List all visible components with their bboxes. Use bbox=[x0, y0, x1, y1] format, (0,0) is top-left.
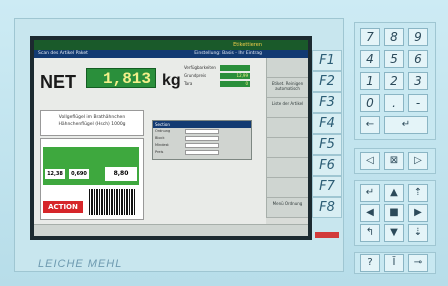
label-price-3: 8,80 bbox=[105, 167, 137, 181]
stop-icon[interactable]: ■ bbox=[384, 204, 404, 222]
arrow-up-icon[interactable]: ▲ bbox=[384, 184, 404, 202]
minor-fields: Verfügbarkeiten Grundpreis 12,99 Tara 0 bbox=[184, 64, 272, 88]
softkey-7[interactable] bbox=[267, 178, 308, 198]
f7-key[interactable]: F7 bbox=[312, 176, 342, 197]
f8-key[interactable]: F8 bbox=[312, 197, 342, 218]
scale-terminal: Etikettieren Scan des Artikel Paket Eins… bbox=[0, 0, 448, 286]
label-green-block: 12,38 0,690 8,80 bbox=[43, 147, 139, 185]
section-field: Preis bbox=[153, 149, 251, 156]
terminal-screen: Etikettieren Scan des Artikel Paket Eins… bbox=[34, 40, 308, 236]
f6-key[interactable]: F6 bbox=[312, 155, 342, 176]
key-5[interactable]: 5 bbox=[384, 50, 404, 68]
page-down-icon[interactable]: ⇣ bbox=[408, 224, 428, 242]
function-keys: F1 F2 F3 F4 F5 F6 F7 F8 bbox=[312, 50, 342, 218]
softkey-6[interactable] bbox=[267, 158, 308, 178]
f5-key[interactable]: F5 bbox=[312, 134, 342, 155]
arrow-right-icon[interactable]: ▶ bbox=[408, 204, 428, 222]
section-field: Mindest bbox=[153, 142, 251, 149]
rewind-icon[interactable]: ◁ bbox=[360, 152, 380, 170]
key-9[interactable]: 9 bbox=[408, 28, 428, 46]
arrow-left-icon[interactable]: ◀ bbox=[360, 204, 380, 222]
f4-key[interactable]: F4 bbox=[312, 113, 342, 134]
key-0[interactable]: 0 bbox=[360, 94, 380, 112]
action-badge: ACTION bbox=[43, 201, 83, 213]
title-bar: Etikettieren bbox=[34, 40, 308, 50]
net-value-display: 1,813 bbox=[86, 68, 156, 88]
key-minus[interactable]: - bbox=[408, 94, 428, 112]
page-back-icon[interactable]: ↵ bbox=[360, 184, 380, 202]
menu-icon[interactable]: Ĭ bbox=[384, 254, 404, 272]
section-field-input[interactable] bbox=[185, 129, 219, 134]
section-field-input[interactable] bbox=[185, 143, 219, 148]
key-icon[interactable]: ⊸ bbox=[408, 254, 428, 272]
forward-icon[interactable]: ▷ bbox=[408, 152, 428, 170]
brand-logo: LEICHE MEHL bbox=[38, 258, 123, 270]
minor-field-value[interactable]: 0 bbox=[220, 81, 250, 87]
enter-key[interactable]: ↵ bbox=[384, 116, 428, 134]
sub-bar: Scan des Artikel Paket Einstellung: Basi… bbox=[34, 50, 308, 58]
net-unit: kg bbox=[162, 72, 181, 89]
product-line: Hähnchenflügel (Hsch) 1000g bbox=[58, 122, 126, 127]
minor-field: Grundpreis 12,99 bbox=[184, 73, 250, 79]
key-3[interactable]: 3 bbox=[408, 72, 428, 90]
arrow-down-icon[interactable]: ▼ bbox=[384, 224, 404, 242]
page-up-icon[interactable]: ⇡ bbox=[408, 184, 428, 202]
keypad: 7 8 9 4 5 6 1 2 3 0 . - ← ↵ ◁ ⊠ ▷ ↵ ▲ ⇡ … bbox=[354, 22, 436, 274]
label-preview: 12,38 0,690 8,80 ACTION bbox=[40, 138, 144, 220]
softkey-8[interactable]: Menü Ordnung bbox=[267, 198, 308, 218]
key-8[interactable]: 8 bbox=[384, 28, 404, 46]
subbar-right: Einstellung: Basis - Ihr Eintrag bbox=[194, 51, 262, 56]
f2-key[interactable]: F2 bbox=[312, 71, 342, 92]
subbar-left: Scan des Artikel Paket bbox=[38, 51, 88, 56]
minor-field-value[interactable] bbox=[220, 65, 250, 71]
screen-frame: Etikettieren Scan des Artikel Paket Eins… bbox=[30, 36, 312, 240]
minor-field-value[interactable]: 12,99 bbox=[220, 73, 250, 79]
section-field-input[interactable] bbox=[185, 150, 219, 155]
product-line: Vollgeflügel im Brathähnchen bbox=[58, 115, 126, 120]
section-title: Section bbox=[153, 121, 251, 128]
f1-key[interactable]: F1 bbox=[312, 50, 342, 71]
label-price-2: 0,690 bbox=[69, 169, 89, 179]
key-decimal[interactable]: . bbox=[384, 94, 404, 112]
f3-key[interactable]: F3 bbox=[312, 92, 342, 113]
softkey-2[interactable]: Etiket. Reinigen automatisch bbox=[267, 78, 308, 98]
section-panel: Section Ordnung Block Mindest Preis bbox=[152, 120, 252, 160]
barcode bbox=[89, 189, 135, 215]
section-field: Ordnung bbox=[153, 128, 251, 135]
section-field-input[interactable] bbox=[185, 136, 219, 141]
backspace-key[interactable]: ← bbox=[360, 116, 380, 134]
help-icon[interactable]: ? bbox=[360, 254, 380, 272]
product-box[interactable]: Vollgeflügel im Brathähnchen Hähnchenflü… bbox=[40, 110, 144, 136]
key-2[interactable]: 2 bbox=[384, 72, 404, 90]
title-right: Etikettieren bbox=[233, 42, 262, 48]
status-led-strip bbox=[315, 232, 339, 238]
softkey-4[interactable] bbox=[267, 118, 308, 138]
minor-field: Tara 0 bbox=[184, 81, 250, 87]
key-1[interactable]: 1 bbox=[360, 72, 380, 90]
main-area: NET 1,813 kg Verfügbarkeiten Grundpreis 1… bbox=[34, 58, 266, 224]
page-forward-icon[interactable]: ↰ bbox=[360, 224, 380, 242]
softkey-1[interactable] bbox=[267, 58, 308, 78]
key-4[interactable]: 4 bbox=[360, 50, 380, 68]
minor-field: Verfügbarkeiten bbox=[184, 64, 272, 72]
key-7[interactable]: 7 bbox=[360, 28, 380, 46]
section-field: Block bbox=[153, 135, 251, 142]
softkey-5[interactable] bbox=[267, 138, 308, 158]
screen-softkeys: Etiket. Reinigen automatisch Liste der A… bbox=[266, 58, 308, 218]
net-label: NET bbox=[40, 72, 76, 92]
cancel-icon[interactable]: ⊠ bbox=[384, 152, 404, 170]
label-price-1: 12,38 bbox=[45, 169, 65, 179]
status-bar bbox=[34, 224, 308, 236]
key-6[interactable]: 6 bbox=[408, 50, 428, 68]
softkey-3[interactable]: Liste der Artikel bbox=[267, 98, 308, 118]
